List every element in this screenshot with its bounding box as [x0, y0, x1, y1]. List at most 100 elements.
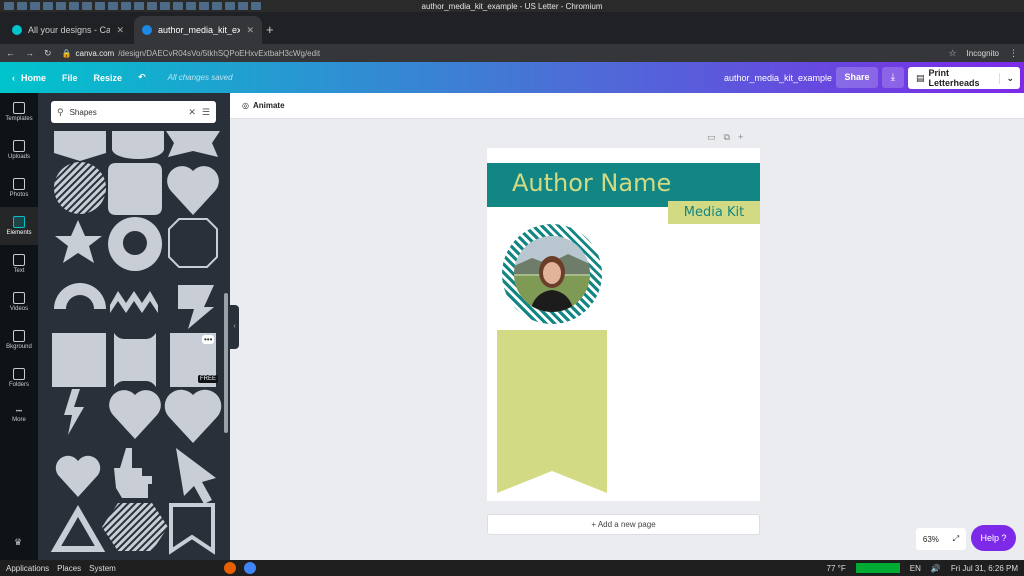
tab-label: All your designs - Canva: [28, 25, 111, 35]
left-rail: Templates Uploads Photos Elements Text V…: [0, 93, 38, 560]
shape-tile: [108, 163, 162, 215]
menu-icon[interactable]: ⋮: [1009, 48, 1018, 59]
shape-tile: [50, 505, 106, 552]
rail-item-background[interactable]: Bkground: [0, 321, 38, 359]
templates-icon: [13, 102, 25, 114]
add-page-icon[interactable]: +: [738, 132, 743, 143]
tab-all-designs[interactable]: All your designs - Canva ✕: [4, 16, 132, 44]
shape-tile: [54, 162, 106, 214]
ribbon-banner-shape[interactable]: [497, 330, 607, 493]
rail-item-videos[interactable]: Videos: [0, 283, 38, 321]
shape-tile: [108, 217, 163, 271]
shape-tile: [64, 389, 84, 435]
lock-icon: 🔒: [61, 48, 72, 58]
browser-tab-bar: All your designs - Canva ✕ author_media_…: [0, 12, 1024, 44]
star-icon[interactable]: ☆: [948, 48, 956, 59]
close-tab-icon[interactable]: ✕: [246, 25, 254, 36]
terminal-icon[interactable]: [204, 562, 216, 574]
rail-item-photos[interactable]: Photos: [0, 169, 38, 207]
home-button[interactable]: ‹ Home: [12, 73, 46, 83]
close-tab-icon[interactable]: ✕: [116, 25, 124, 36]
duplicate-page-icon[interactable]: ⧉: [724, 132, 730, 143]
elements-icon: [13, 216, 25, 228]
rail-item-uploads[interactable]: Uploads: [0, 131, 38, 169]
download-icon[interactable]: ⤓: [882, 67, 904, 88]
reload-icon[interactable]: ↻: [44, 48, 52, 59]
shape-tile: [110, 291, 158, 313]
shape-tile: [164, 389, 222, 443]
url-field[interactable]: 🔒 canva.com/design/DAECvR04sVo/5tkhSQPoE…: [62, 49, 939, 58]
portrait-illustration: [514, 236, 590, 312]
chromium-icon[interactable]: [243, 562, 256, 574]
canva-favicon-icon: [142, 25, 152, 35]
rail-item-folders[interactable]: Folders: [0, 359, 38, 397]
zoom-level[interactable]: 63%: [923, 535, 939, 544]
window-title: author_media_kit_example - US Letter - C…: [421, 1, 603, 11]
undo-icon[interactable]: ↶: [138, 72, 146, 83]
help-button[interactable]: Help ?: [971, 525, 1016, 551]
elements-panel: ⚲ Shapes ✕ ☰ ••• FREE: [38, 93, 230, 560]
media-kit-label[interactable]: Media Kit: [668, 201, 760, 224]
os-top-bar: author_media_kit_example - US Letter - C…: [0, 0, 1024, 12]
design-page[interactable]: Author Name Media Kit: [487, 148, 760, 501]
cpu-graph-icon: [855, 563, 900, 573]
author-name-text[interactable]: Author Name: [512, 169, 671, 197]
resize-button[interactable]: Resize: [94, 73, 123, 83]
shape-tile: [54, 131, 106, 161]
rail-label: More: [12, 417, 26, 423]
more-options-icon[interactable]: •••: [202, 335, 215, 344]
background-icon: [13, 330, 25, 342]
tab-author-media-kit[interactable]: author_media_kit_examp ✕: [134, 16, 262, 44]
clock[interactable]: Fri Jul 31, 6:26 PM: [951, 564, 1018, 573]
add-page-button[interactable]: + Add a new page: [487, 514, 760, 535]
firefox-icon[interactable]: [223, 562, 236, 574]
rail-label: Folders: [8, 382, 29, 388]
editor-toolbar: ◎ Animate: [230, 93, 1024, 119]
url-host: canva.com: [75, 48, 115, 58]
collapse-panel-handle[interactable]: ‹: [230, 305, 239, 349]
print-button[interactable]: ▤ Print Letterheads ⌄: [908, 67, 1020, 89]
animate-button[interactable]: Animate: [253, 101, 285, 110]
document-title[interactable]: author_media_kit_example: [724, 73, 832, 83]
editor-header: ‹ Home File Resize ↶ All changes saved au…: [0, 62, 1024, 93]
crown-icon[interactable]: ♛: [14, 537, 22, 548]
rail-item-more[interactable]: ••• More: [0, 397, 38, 435]
address-bar: ← → ↻ 🔒 canva.com/design/DAECvR04sVo/5tk…: [0, 44, 1024, 62]
panel-scrollbar[interactable]: [224, 293, 228, 433]
notes-icon[interactable]: ▭: [707, 132, 716, 143]
save-status: All changes saved: [167, 73, 233, 82]
shape-tile: [114, 333, 156, 387]
home-label: Home: [21, 72, 47, 83]
rail-item-templates[interactable]: Templates: [0, 93, 38, 131]
forward-icon[interactable]: →: [25, 48, 34, 58]
rail-item-elements[interactable]: Elements: [0, 207, 38, 245]
rail-label: Photos: [9, 192, 29, 198]
canva-favicon-icon: [12, 25, 22, 35]
chevron-down-icon[interactable]: ⌄: [999, 72, 1020, 84]
rail-label: Uploads: [7, 154, 30, 160]
shape-tile: [178, 285, 214, 329]
shape-tile: [167, 166, 219, 215]
share-button[interactable]: Share: [836, 67, 878, 88]
author-photo[interactable]: [514, 236, 590, 312]
url-path: /design/DAECvR04sVo/5tkhSQPoEHxvExtbaH3c…: [118, 48, 321, 58]
applications-menu[interactable]: Applications: [6, 564, 49, 573]
rail-label: Videos: [9, 306, 29, 312]
volume-icon[interactable]: 🔊: [931, 564, 941, 573]
shape-tile: [55, 220, 102, 263]
rail-label: Bkground: [6, 344, 32, 350]
rail-item-text[interactable]: Text: [0, 245, 38, 283]
zoom-control[interactable]: 63% ⤢: [916, 528, 966, 550]
shapes-grid: [50, 131, 222, 555]
more-dots-icon: •••: [15, 409, 23, 415]
print-label: Print Letterheads: [928, 68, 980, 88]
fullscreen-icon[interactable]: ⤢: [953, 534, 959, 544]
language-indicator[interactable]: EN: [910, 564, 921, 573]
places-menu[interactable]: Places: [57, 564, 81, 573]
text-icon: [13, 254, 25, 266]
file-menu[interactable]: File: [62, 73, 78, 83]
new-tab-button[interactable]: +: [266, 22, 274, 37]
system-menu[interactable]: System: [89, 564, 116, 573]
os-bottom-bar: Applications Places System 77 °F EN 🔊 Fr…: [0, 560, 1024, 576]
back-icon[interactable]: ←: [6, 48, 15, 58]
